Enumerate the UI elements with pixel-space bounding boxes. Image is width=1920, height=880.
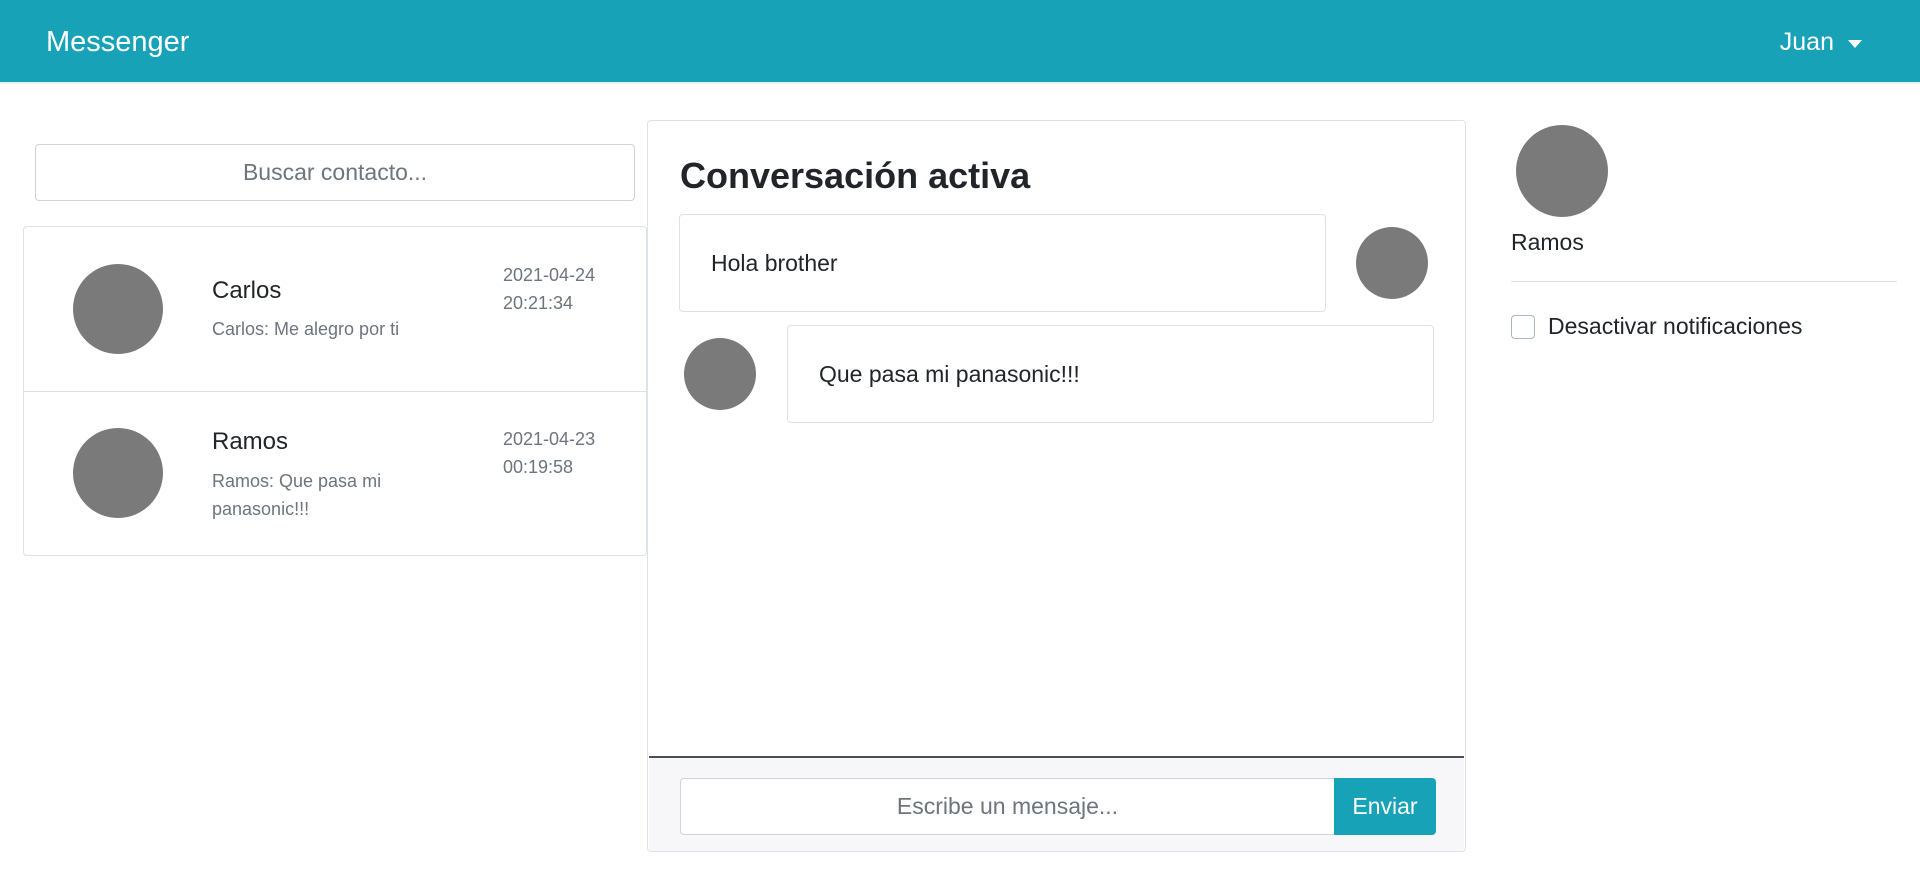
contact-time: 20:21:34 <box>503 293 574 313</box>
avatar <box>684 338 756 410</box>
contact-last-message: Carlos: Me alegro por ti <box>212 319 400 339</box>
chat-panel: Conversación activa Hola brother Que pas… <box>647 120 1466 852</box>
contact-name: Carlos <box>212 277 282 304</box>
notifications-checkbox[interactable] <box>1511 314 1535 339</box>
user-name: Juan <box>1779 28 1834 56</box>
contact-date: 2021-04-24 <box>503 265 596 285</box>
avatar <box>1516 125 1608 217</box>
message-text: Que pasa mi panasonic!!! <box>819 360 1080 387</box>
contact-item-ramos[interactable]: Ramos Ramos: Que pasa mi panasonic!!! 20… <box>24 391 646 555</box>
caret-down-icon <box>1848 39 1862 48</box>
profile-name: Ramos <box>1511 229 1584 255</box>
message-sent: Hola brother <box>679 214 1326 312</box>
divider <box>1511 281 1897 282</box>
chat-title: Conversación activa <box>680 155 1031 196</box>
navbar: Messenger Juan <box>0 0 1920 84</box>
contact-name: Ramos <box>212 428 289 455</box>
notifications-toggle[interactable]: Desactivar notificaciones <box>1511 313 1802 340</box>
avatar <box>1356 227 1428 299</box>
avatar <box>73 264 163 354</box>
message-received: Que pasa mi panasonic!!! <box>787 325 1434 423</box>
brand-title[interactable]: Messenger <box>46 26 189 59</box>
contact-date: 2021-04-23 <box>503 429 596 449</box>
user-menu[interactable]: Juan <box>1780 28 1862 57</box>
contact-item-carlos[interactable]: Carlos Carlos: Me alegro por ti 2021-04-… <box>24 227 646 391</box>
contact-time: 00:19:58 <box>503 457 574 477</box>
chat-footer: Enviar <box>649 756 1464 851</box>
message-text: Hola brother <box>711 249 838 276</box>
message-input[interactable] <box>680 778 1334 835</box>
notifications-label: Desactivar notificaciones <box>1548 313 1803 339</box>
contact-last-message: Ramos: Que pasa mi panasonic!!! <box>212 471 382 519</box>
contact-list: Carlos Carlos: Me alegro por ti 2021-04-… <box>23 226 647 556</box>
send-button[interactable]: Enviar <box>1334 778 1436 835</box>
search-contact-input[interactable] <box>35 144 635 201</box>
avatar <box>73 428 163 518</box>
